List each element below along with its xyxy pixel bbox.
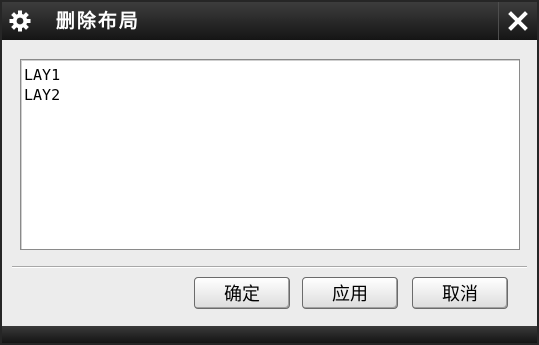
apply-button[interactable]: 应用 — [302, 277, 398, 309]
ok-button[interactable]: 确定 — [194, 277, 290, 309]
layout-list[interactable]: LAY1 LAY2 — [20, 59, 520, 250]
close-icon — [508, 11, 528, 31]
close-button[interactable] — [498, 2, 537, 40]
bottom-frame-bar — [2, 326, 537, 343]
gear-icon[interactable] — [8, 9, 32, 33]
delete-layout-dialog: 删除布局 LAY1 LAY2 确定 应用 取消 — [0, 0, 539, 345]
cancel-button[interactable]: 取消 — [412, 277, 508, 309]
list-item-lay2[interactable]: LAY2 — [23, 85, 519, 105]
divider — [12, 266, 527, 268]
title-bar[interactable]: 删除布局 — [2, 2, 537, 40]
list-item-lay1[interactable]: LAY1 — [23, 65, 519, 85]
dialog-title: 删除布局 — [56, 10, 141, 32]
